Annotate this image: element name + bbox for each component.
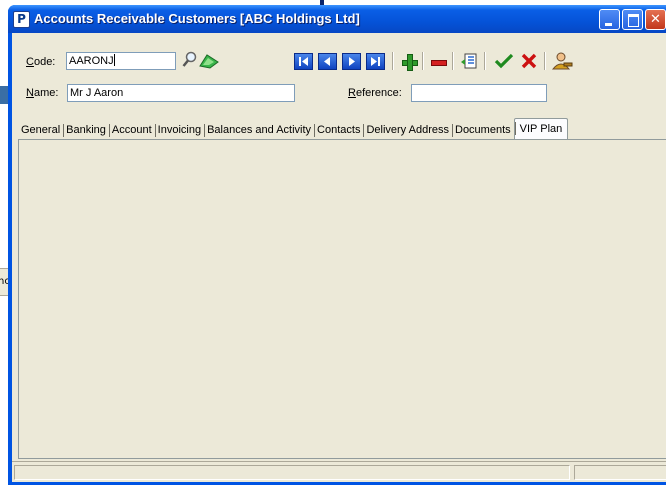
cancel-x-icon[interactable] — [520, 52, 538, 70]
toolbar-separator — [484, 52, 486, 70]
tab-balances-and-activity[interactable]: Balances and Activity — [204, 121, 314, 139]
status-panel-main — [14, 465, 570, 480]
toolbar-separator — [544, 52, 546, 70]
minimize-icon — [605, 23, 612, 26]
tab-contacts[interactable]: Contacts — [314, 121, 363, 139]
delete-record-button[interactable] — [428, 53, 448, 70]
code-label: Code: — [26, 56, 56, 68]
toolbar-separator — [422, 52, 424, 70]
app-icon[interactable]: P — [13, 11, 30, 28]
user-key-icon[interactable] — [550, 51, 574, 71]
tab-vip-plan[interactable]: VIP Plan — [513, 118, 569, 141]
green-arrow-icon[interactable] — [199, 53, 219, 69]
first-record-button[interactable] — [294, 53, 313, 70]
tab-strip: General Banking Account Invoicing Balances a… — [18, 118, 666, 141]
reference-field[interactable] — [411, 84, 547, 102]
tab-general[interactable]: General — [18, 121, 63, 139]
tab-delivery-address[interactable]: Delivery Address — [363, 121, 452, 139]
minimize-button[interactable] — [599, 9, 620, 30]
tab-documents[interactable]: Documents — [452, 121, 514, 139]
reference-label: Reference: — [348, 87, 402, 99]
maximize-icon — [628, 14, 639, 27]
toolbar-separator — [452, 52, 454, 70]
status-bar — [12, 461, 666, 482]
tab-account[interactable]: Account — [108, 121, 155, 139]
maximize-button[interactable] — [622, 9, 643, 30]
code-field[interactable]: AARONJ — [66, 52, 176, 70]
minus-icon — [431, 60, 447, 66]
tab-invoicing[interactable]: Invoicing — [154, 121, 204, 139]
next-record-button[interactable] — [342, 53, 361, 70]
previous-record-button[interactable] — [318, 53, 337, 70]
notes-list-icon[interactable] — [460, 52, 478, 70]
last-record-button[interactable] — [366, 53, 385, 70]
magnifier-icon[interactable] — [182, 51, 198, 69]
name-label: Name: — [26, 87, 59, 99]
toolbar-separator — [392, 52, 394, 70]
customers-window: P Accounts Receivable Customers [ABC Hol… — [8, 5, 666, 485]
status-panel-secondary — [574, 465, 666, 480]
close-icon: ✕ — [650, 12, 661, 27]
window-title: Accounts Receivable Customers [ABC Holdi… — [34, 11, 360, 26]
window-client-area: Code: AARONJ Name: Mr J Aaron Reference:… — [12, 33, 666, 482]
add-record-button[interactable] — [399, 53, 419, 71]
tab-banking[interactable]: Banking — [63, 121, 109, 139]
title-bar[interactable]: P Accounts Receivable Customers [ABC Hol… — [8, 5, 666, 33]
close-button[interactable]: ✕ — [645, 9, 666, 30]
save-check-icon[interactable] — [494, 53, 514, 69]
name-field[interactable]: Mr J Aaron — [67, 84, 295, 102]
vip-plan-panel — [18, 139, 666, 459]
